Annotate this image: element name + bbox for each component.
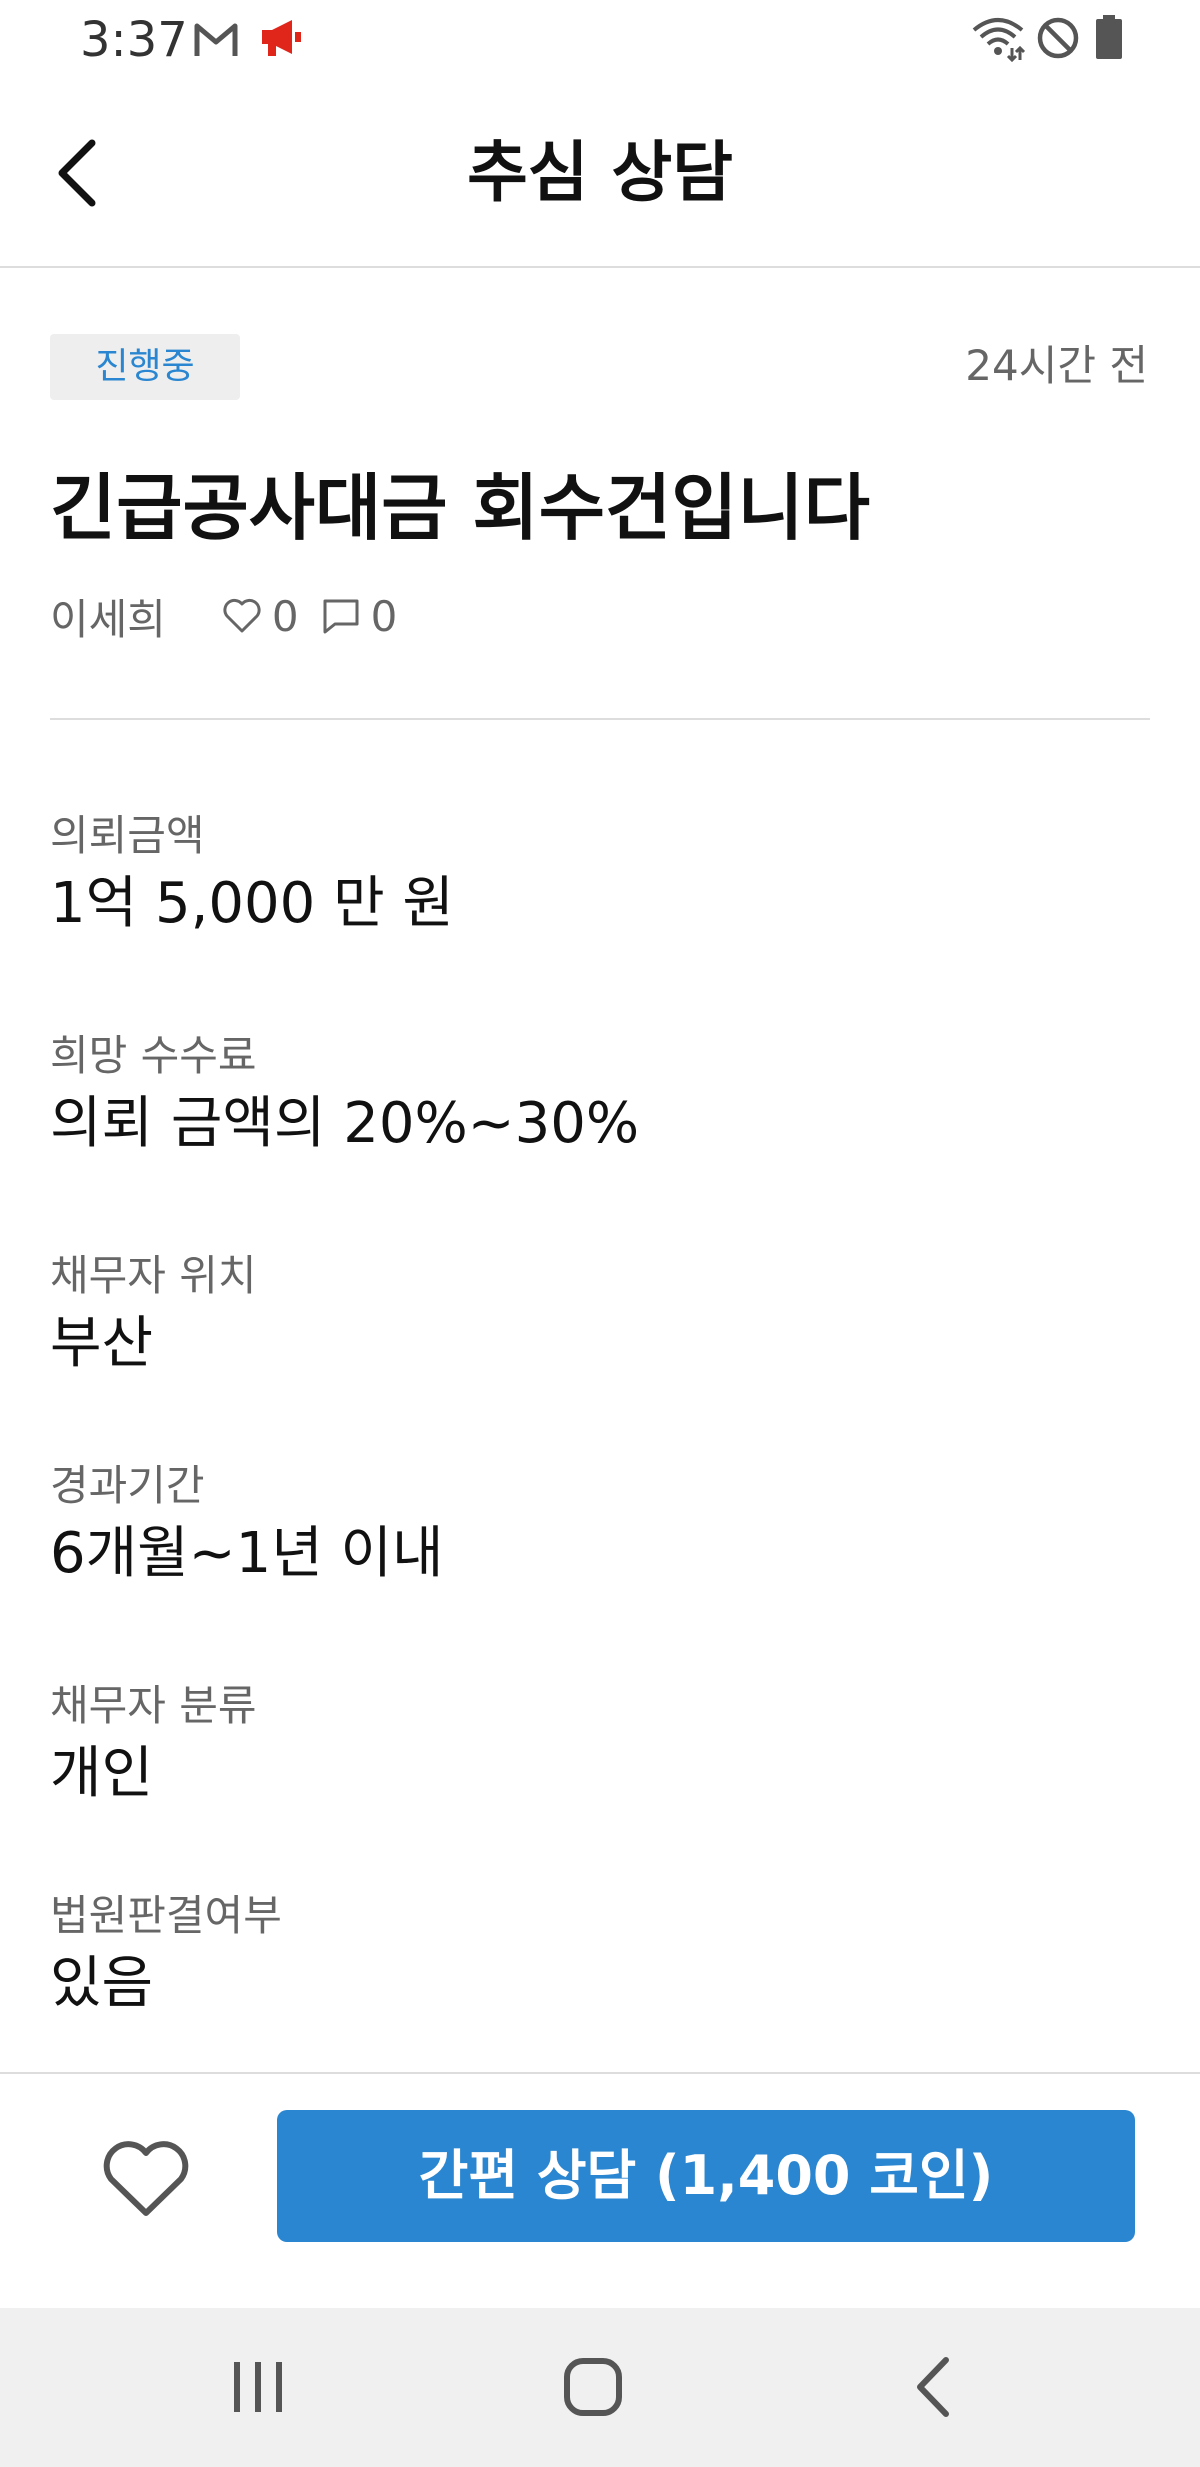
gmail-icon — [194, 23, 238, 56]
comment-icon — [323, 599, 359, 634]
detail-label: 채무자 위치 — [50, 1251, 257, 1300]
detail-value: 개인 — [50, 1741, 154, 1806]
app-header: 추심 상담 — [0, 80, 1200, 268]
detail-label: 채무자 분류 — [50, 1681, 257, 1730]
detail-value: 의뢰 금액의 20%~30% — [50, 1091, 640, 1156]
post-meta: 이세희 0 0 — [50, 584, 419, 648]
status-bar: 3:37 — [0, 0, 1200, 80]
post-author: 이세희 — [50, 594, 166, 644]
comment-count-value: 0 — [370, 591, 398, 641]
detail-value: 6개월~1년 이내 — [50, 1521, 444, 1586]
quick-consult-button[interactable]: 간편 상담 (1,400 코인) — [277, 2110, 1135, 2242]
post-time-ago: 24시간 전 — [965, 341, 1148, 390]
divider — [50, 718, 1150, 720]
detail-debtor-type: 채무자 분류 개인 — [50, 1676, 1150, 1812]
recent-apps-icon[interactable] — [230, 2358, 286, 2416]
detail-label: 법원판결여부 — [50, 1891, 282, 1940]
favorite-button[interactable] — [96, 2130, 196, 2230]
battery-icon — [1096, 15, 1122, 59]
detail-value: 있음 — [50, 1951, 154, 2016]
post-title: 긴급공사대금 회수건입니다 — [50, 466, 870, 550]
heart-outline-icon — [103, 2141, 189, 2216]
do-not-disturb-icon — [1037, 17, 1079, 59]
like-count: 0 — [222, 592, 299, 641]
wifi-icon — [972, 18, 1026, 62]
detail-label: 경과기간 — [50, 1461, 205, 1510]
megaphone-icon — [262, 20, 301, 56]
detail-request-amount: 의뢰금액 1억 5,000 만 원 — [50, 806, 1150, 942]
status-badge: 진행중 — [50, 334, 240, 400]
detail-elapsed-period: 경과기간 6개월~1년 이내 — [50, 1456, 1150, 1592]
detail-value: 1억 5,000 만 원 — [50, 871, 454, 936]
detail-desired-fee: 희망 수수료 의뢰 금액의 20%~30% — [50, 1026, 1150, 1162]
comment-count: 0 — [321, 591, 398, 641]
detail-label: 의뢰금액 — [50, 811, 205, 860]
home-icon[interactable] — [562, 2356, 624, 2418]
back-icon[interactable] — [908, 2354, 956, 2420]
detail-debtor-location: 채무자 위치 부산 — [50, 1246, 1150, 1382]
action-bar: 간편 상담 (1,400 코인) — [0, 2072, 1200, 2308]
detail-court-judgment: 법원판결여부 있음 — [50, 1886, 1150, 2022]
page-title: 추심 상담 — [467, 134, 733, 211]
status-time: 3:37 — [80, 12, 188, 68]
detail-label: 희망 수수료 — [50, 1031, 257, 1080]
heart-icon — [223, 598, 261, 633]
like-count-value: 0 — [271, 591, 299, 641]
detail-value: 부산 — [50, 1311, 154, 1376]
system-nav-bar — [0, 2308, 1200, 2467]
